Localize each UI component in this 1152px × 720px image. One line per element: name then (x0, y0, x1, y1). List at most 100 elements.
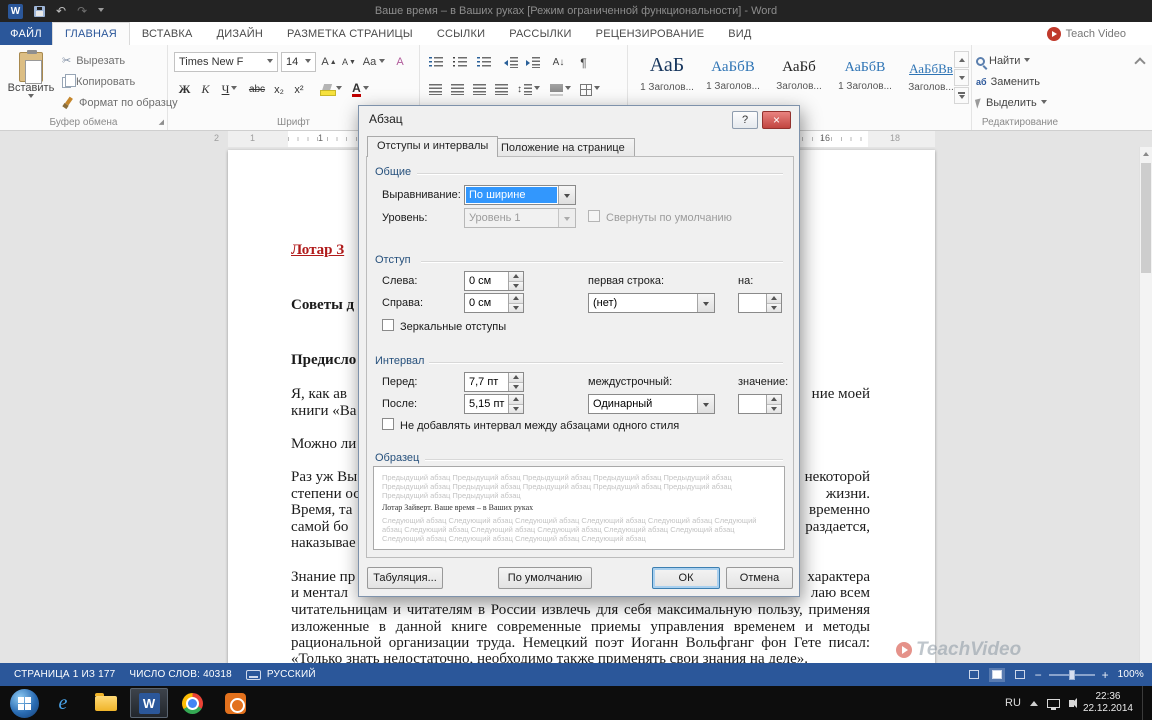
network-icon[interactable] (1046, 698, 1060, 710)
scroll-up-icon[interactable] (1143, 152, 1149, 156)
copy-button[interactable]: Копировать (62, 73, 135, 88)
italic-button[interactable]: К (195, 79, 216, 100)
clipboard-dialog-launcher[interactable]: ◢ (159, 119, 164, 126)
style-item[interactable]: АаБ 1 Заголов... (636, 51, 698, 109)
tab-line-and-page-breaks[interactable]: Положение на странице (491, 138, 635, 157)
cancel-button[interactable]: Отмена (726, 567, 793, 589)
spin-up-button[interactable] (509, 294, 523, 303)
print-layout-button[interactable] (988, 667, 1005, 682)
clear-formatting-button[interactable]: А (389, 52, 411, 72)
style-item[interactable]: АаБб Заголов... (768, 51, 830, 109)
spin-down-button[interactable] (509, 280, 523, 290)
undo-icon[interactable]: ↶ (56, 5, 66, 17)
replace-button[interactable]: аб Заменить (976, 76, 1040, 88)
gallery-scroll-up-button[interactable] (954, 51, 969, 68)
collapse-ribbon-icon[interactable] (1134, 57, 1146, 69)
bullets-button[interactable] (425, 52, 446, 73)
word-count[interactable]: ЧИСЛО СЛОВ: 40318 (129, 669, 232, 680)
spin-up-button[interactable] (509, 395, 523, 404)
tab-indents-and-spacing[interactable]: Отступы и интервалы (367, 136, 499, 157)
dialog-close-button[interactable]: × (762, 111, 791, 129)
zoom-in-button[interactable]: + (1102, 668, 1109, 682)
taskbar-word-button[interactable]: W (130, 688, 168, 718)
indent-by-spinner[interactable] (738, 293, 782, 313)
special-indent-combobox[interactable]: (нет) (588, 293, 715, 313)
zoom-level[interactable]: 100% (1118, 669, 1144, 680)
taskbar-chrome-button[interactable] (173, 688, 211, 718)
taskbar-explorer-button[interactable] (87, 688, 125, 718)
mirror-indents-checkbox[interactable] (382, 319, 394, 331)
keyboard-language-icon[interactable] (245, 669, 261, 680)
collapsed-by-default-checkbox[interactable] (588, 210, 600, 222)
taskbar-ie-button[interactable]: e (44, 688, 82, 718)
spacing-after-spinner[interactable]: 5,15 пт (464, 394, 524, 414)
spacing-at-spinner[interactable] (738, 394, 782, 414)
tab-home[interactable]: ГЛАВНАЯ (52, 22, 130, 45)
tab-design[interactable]: ДИЗАЙН (205, 22, 275, 45)
tab-page-layout[interactable]: РАЗМЕТКА СТРАНИЦЫ (275, 22, 425, 45)
zoom-slider-thumb[interactable] (1068, 669, 1075, 680)
tab-review[interactable]: РЕЦЕНЗИРОВАНИЕ (584, 22, 717, 45)
dropdown-arrow-button[interactable] (558, 186, 575, 204)
alignment-combobox[interactable]: По ширине (464, 185, 576, 205)
style-item[interactable]: АаБбВ 1 Заголов... (702, 51, 764, 109)
set-as-default-button[interactable]: По умолчанию (498, 567, 592, 589)
bold-button[interactable]: Ж (174, 79, 195, 100)
shrink-font-button[interactable]: А ▼ (339, 52, 359, 72)
scrollbar-thumb[interactable] (1141, 163, 1151, 273)
ok-button[interactable]: ОК (652, 567, 720, 589)
style-item[interactable]: АаБбВ 1 Заголов... (834, 51, 896, 109)
dropdown-arrow-button[interactable] (697, 395, 714, 413)
dropdown-arrow-icon[interactable] (267, 58, 273, 66)
increase-indent-button[interactable] (522, 52, 543, 73)
indent-left-spinner[interactable]: 0 см (464, 271, 524, 291)
no-space-same-style-checkbox[interactable] (382, 418, 394, 430)
paste-button[interactable]: Вставить (5, 50, 57, 116)
spin-down-button[interactable] (767, 302, 781, 312)
subscript-button[interactable]: x₂ (269, 79, 289, 100)
zoom-out-button[interactable]: − (1035, 668, 1042, 682)
numbering-button[interactable] (449, 52, 470, 73)
paste-dropdown-icon[interactable] (28, 94, 34, 101)
gallery-scroll-down-button[interactable] (954, 69, 969, 86)
select-button[interactable]: Выделить (974, 97, 1047, 109)
word-logo-icon[interactable]: W (8, 3, 23, 19)
font-family-combobox[interactable]: Times New F (174, 52, 278, 72)
taskbar-media-button[interactable] (216, 688, 254, 718)
spacing-before-spinner[interactable]: 7,7 пт (464, 372, 524, 392)
style-item[interactable]: АаБбВв Заголов... (900, 51, 962, 109)
outline-level-combobox[interactable]: Уровень 1 (464, 208, 576, 228)
line-spacing-button[interactable]: ↕ (515, 79, 542, 100)
customize-qat-icon[interactable] (98, 7, 105, 15)
tray-language-indicator[interactable]: RU (1005, 697, 1021, 709)
font-size-combobox[interactable]: 14 (281, 52, 316, 72)
dialog-help-button[interactable]: ? (732, 111, 758, 129)
format-painter-button[interactable]: Формат по образцу (62, 97, 178, 109)
justify-button[interactable] (491, 79, 512, 100)
show-desktop-button[interactable] (1142, 686, 1150, 720)
save-icon[interactable] (34, 5, 45, 17)
borders-button[interactable] (577, 79, 603, 100)
spin-down-button[interactable] (509, 302, 523, 312)
tabs-button[interactable]: Табуляция... (367, 567, 443, 589)
grow-font-button[interactable]: А ▲ (319, 52, 339, 72)
multilevel-list-button[interactable] (473, 52, 494, 73)
spin-down-button[interactable] (509, 381, 523, 391)
align-left-button[interactable] (425, 79, 446, 100)
dropdown-arrow-button[interactable] (697, 294, 714, 312)
line-spacing-combobox[interactable]: Одинарный (588, 394, 715, 414)
tab-insert[interactable]: ВСТАВКА (130, 22, 205, 45)
page-indicator[interactable]: СТРАНИЦА 1 ИЗ 177 (14, 669, 115, 680)
spin-up-button[interactable] (509, 373, 523, 382)
vertical-scrollbar[interactable] (1139, 147, 1152, 663)
underline-button[interactable]: Ч (216, 79, 243, 100)
web-layout-button[interactable] (1012, 668, 1028, 682)
tab-view[interactable]: ВИД (716, 22, 763, 45)
tab-mailings[interactable]: РАССЫЛКИ (497, 22, 583, 45)
speaker-icon[interactable] (1068, 697, 1077, 708)
spin-up-button[interactable] (767, 395, 781, 404)
redo-icon[interactable]: ↷ (77, 5, 87, 17)
decrease-indent-button[interactable] (500, 52, 521, 73)
font-color-button[interactable]: А (347, 79, 374, 100)
language-indicator[interactable]: РУССКИЙ (267, 669, 316, 680)
